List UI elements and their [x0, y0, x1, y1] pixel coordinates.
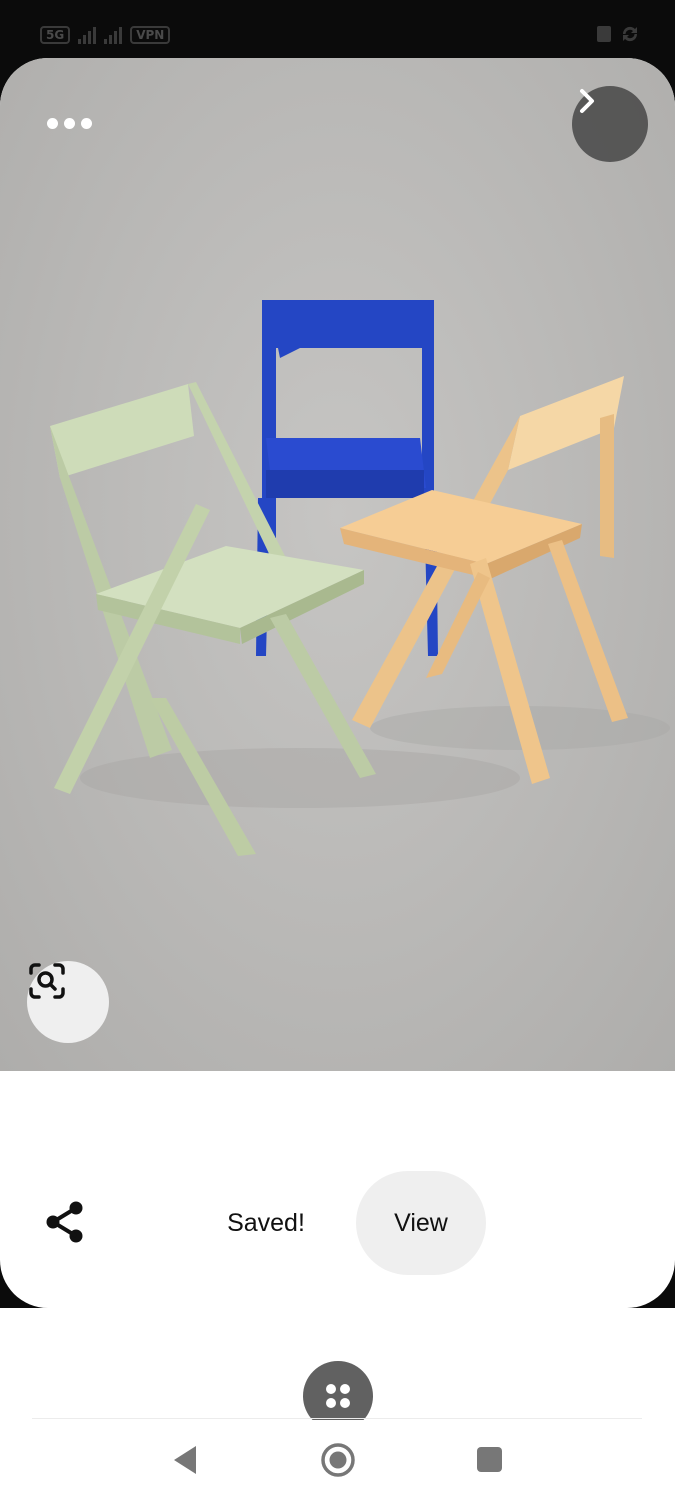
signal-icon-2 [104, 26, 123, 44]
more-dot [80, 117, 92, 129]
share-button[interactable] [36, 1193, 94, 1251]
vpn-badge: VPN [130, 26, 171, 44]
next-pin-button[interactable] [572, 86, 648, 162]
signal-icon [78, 26, 97, 44]
network-badge: 5G [40, 26, 71, 44]
visual-search-button[interactable] [27, 961, 109, 1043]
notification-icon [597, 26, 611, 42]
sync-icon [622, 26, 638, 42]
chevron-right-icon [580, 89, 594, 113]
pin-image[interactable] [0, 58, 675, 1071]
home-circle-icon[interactable] [320, 1442, 356, 1478]
more-dot [46, 117, 58, 129]
more-dot [63, 117, 75, 129]
status-right [597, 24, 641, 44]
share-icon [46, 1201, 83, 1243]
visual-search-icon [29, 963, 65, 999]
pin-card: Saved! View [0, 58, 675, 1308]
chairs-photo [50, 300, 670, 856]
back-triangle-icon[interactable] [172, 1444, 198, 1476]
saved-status[interactable]: Saved! [196, 1203, 336, 1243]
status-left: 5G VPN [40, 26, 171, 44]
divider [32, 1418, 642, 1419]
more-options-button[interactable] [40, 108, 98, 138]
view-board-button[interactable]: View [356, 1171, 486, 1275]
pin-action-row: Saved! View [0, 1171, 675, 1275]
recents-square-icon[interactable] [477, 1447, 502, 1472]
